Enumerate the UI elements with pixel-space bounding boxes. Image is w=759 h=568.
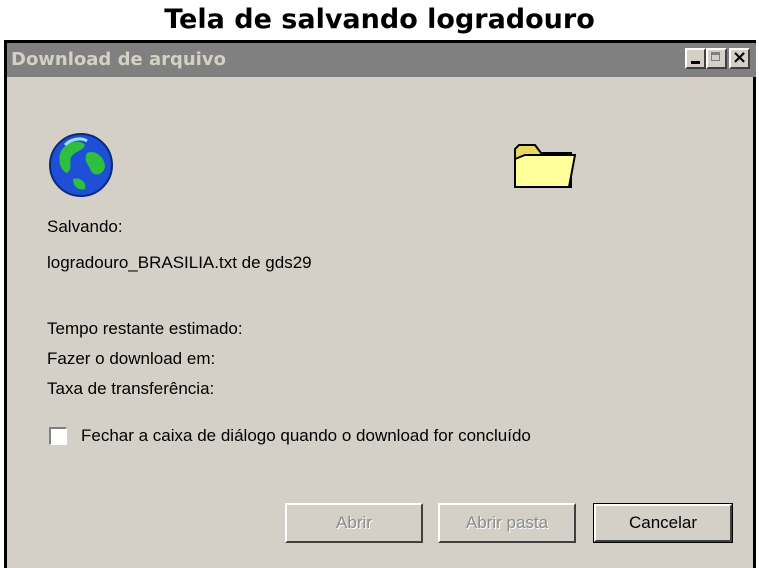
close-on-complete-checkbox[interactable]	[49, 427, 67, 445]
cancel-button-label: Cancelar	[594, 504, 732, 542]
window-title: Download de arquivo	[11, 49, 226, 70]
page-caption: Tela de salvando logradouro	[164, 4, 595, 35]
maximize-icon	[711, 52, 720, 61]
minimize-button[interactable]	[685, 48, 706, 69]
cancel-button[interactable]: Cancelar	[593, 503, 733, 543]
file-name-text: logradouro_BRASILIA.txt de gds29	[47, 253, 312, 272]
open-button[interactable]: Abrir	[285, 503, 423, 543]
transfer-rate-label: Taxa de transferência:	[47, 379, 215, 398]
close-on-complete-label[interactable]: Fechar a caixa de diálogo quando o downl…	[81, 426, 531, 446]
title-bar[interactable]: Download de arquivo ×	[7, 43, 756, 77]
time-left-label: Tempo restante estimado:	[47, 319, 243, 338]
close-button[interactable]: ×	[729, 47, 750, 69]
globe-icon	[49, 133, 113, 197]
download-to-label: Fazer o download em:	[47, 349, 216, 368]
folder-icon	[514, 144, 577, 188]
close-icon: ×	[731, 47, 748, 68]
open-folder-button[interactable]: Abrir pasta	[438, 503, 576, 543]
minimize-icon	[691, 61, 700, 64]
maximize-button[interactable]	[706, 48, 727, 69]
download-dialog: Download de arquivo × Salvando: logradou…	[4, 40, 756, 568]
saving-label: Salvando:	[47, 217, 123, 236]
